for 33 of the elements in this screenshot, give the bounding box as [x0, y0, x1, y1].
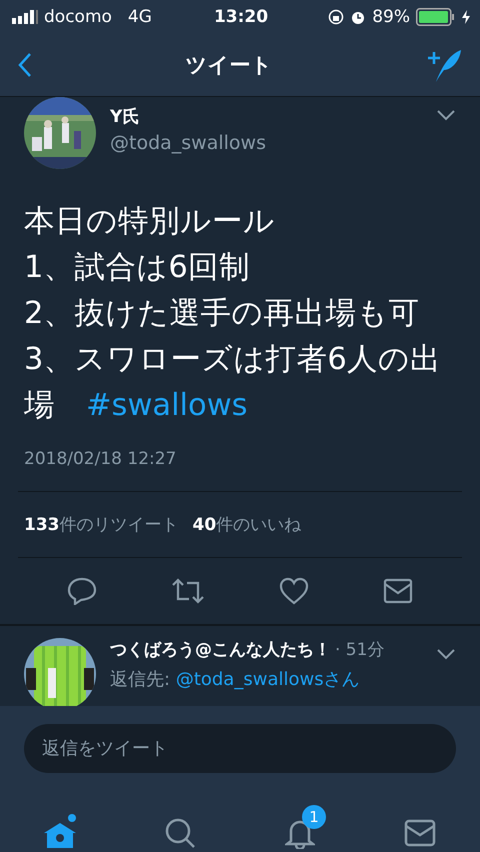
rotation-lock-icon	[328, 9, 344, 25]
stat-count[interactable]: 40件のいいね	[192, 513, 302, 536]
network-type: 4G	[128, 7, 152, 27]
search-icon	[164, 817, 196, 849]
battery-percent: 89%	[372, 7, 410, 27]
stat-count[interactable]: 133件のリツイート	[24, 513, 178, 536]
hashtag-link[interactable]: #swallows	[86, 388, 248, 423]
charging-icon	[462, 10, 470, 24]
chevron-down-icon[interactable]	[436, 109, 456, 121]
tweet-text: 本日の特別ルール 1、試合は6回制 2、抜けた選手の再出場も可 3、スワローズは打者6人の出場 #swallows	[24, 203, 442, 425]
reply-author-name[interactable]: つくばろう@こんな人たち！	[110, 638, 331, 661]
page-title: ツイート	[184, 52, 274, 79]
reply-icon[interactable]	[67, 577, 97, 605]
author-handle[interactable]: @toda_swallows	[110, 132, 422, 154]
carrier-name: docomo	[44, 7, 112, 27]
reply-to-label: 返信先: @toda_swallowsさん	[110, 668, 361, 691]
mention-link[interactable]: @toda_swallowsさん	[176, 669, 360, 690]
author-name[interactable]: Y氏	[110, 105, 422, 128]
signal-icon	[12, 10, 38, 24]
clock: 13:20	[212, 7, 270, 27]
battery-icon	[416, 8, 456, 26]
reply-input-field[interactable]: 返信をツイート	[24, 724, 456, 773]
heart-icon[interactable]	[279, 577, 309, 605]
back-button[interactable]	[18, 52, 32, 78]
alarm-icon	[350, 9, 366, 25]
reply-time: · 51分	[335, 639, 384, 661]
retweet-icon[interactable]	[171, 577, 205, 605]
compose-button[interactable]	[426, 48, 462, 82]
mail-icon[interactable]	[383, 578, 413, 604]
notification-badge: 1	[302, 805, 326, 829]
mail-icon	[404, 819, 436, 847]
chevron-down-icon[interactable]	[436, 648, 456, 660]
tweet-timestamp: 2018/02/18 12:27	[24, 449, 178, 469]
